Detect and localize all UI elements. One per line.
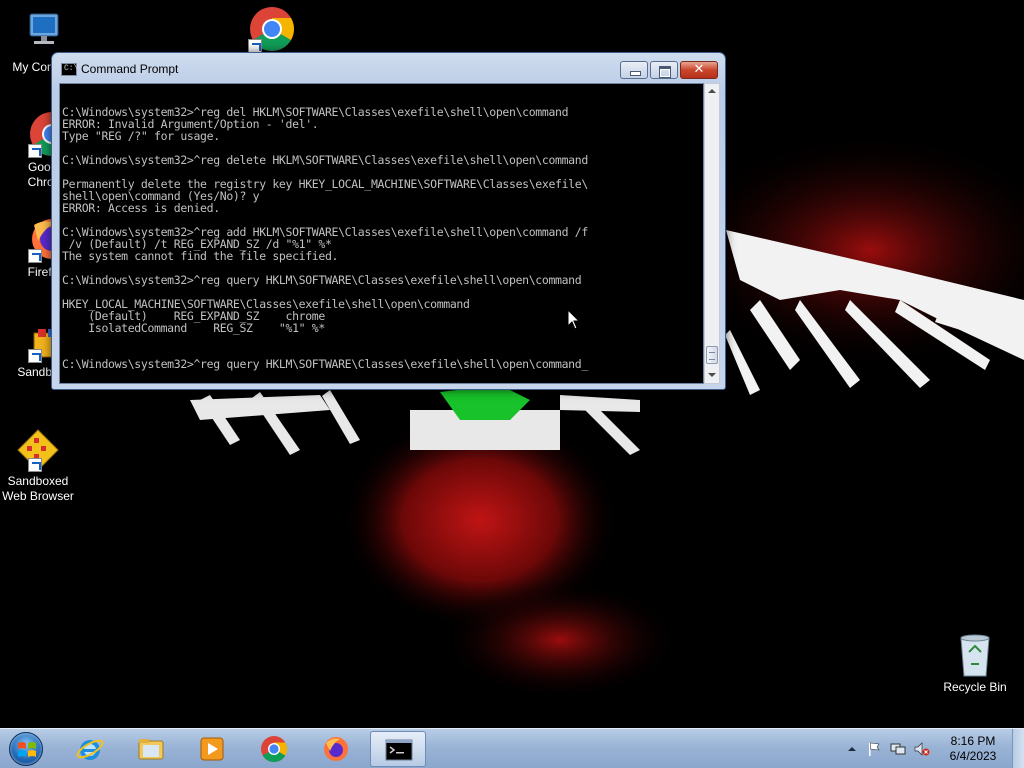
- shortcut-arrow-icon: [28, 249, 42, 263]
- mouse-cursor-icon: [568, 310, 580, 330]
- vertical-scrollbar[interactable]: [704, 83, 720, 384]
- taskbar-chrome[interactable]: [246, 731, 302, 767]
- window-title: Command Prompt: [81, 62, 179, 76]
- windows-start-icon: [9, 732, 43, 766]
- command-prompt-window[interactable]: C:\ Command Prompt ✕ C:\Windows\system32…: [51, 52, 726, 390]
- network-icon[interactable]: [890, 741, 906, 757]
- clock-date: 6/4/2023: [949, 749, 997, 763]
- chrome-icon: [261, 736, 288, 763]
- desktop-icon-recycle-bin[interactable]: Recycle Bin: [937, 630, 1013, 695]
- internet-explorer-icon: [76, 739, 104, 760]
- shortcut-arrow-icon: [248, 39, 262, 53]
- cmd-icon: C:\: [61, 63, 78, 76]
- minimize-button[interactable]: [620, 61, 648, 79]
- chrome-icon: [248, 5, 296, 53]
- console-line: C:\Windows\system32>^reg delete HKLM\SOF…: [62, 153, 588, 167]
- shortcut-arrow-icon: [28, 458, 42, 472]
- console-line: C:\Windows\system32>^reg query HKLM\SOFT…: [62, 273, 582, 287]
- clock-time: 8:16 PM: [950, 734, 996, 748]
- taskbar-file-explorer[interactable]: [123, 731, 179, 767]
- computer-icon: [14, 10, 62, 58]
- start-button[interactable]: [5, 730, 49, 768]
- desktop-icon-sandboxed-web-browser[interactable]: Sandboxed Web Browser: [0, 428, 76, 504]
- taskbar-internet-explorer[interactable]: [62, 731, 118, 767]
- console-output[interactable]: C:\Windows\system32>^reg del HKLM\SOFTWA…: [59, 83, 704, 384]
- file-explorer-icon: [138, 739, 164, 760]
- desktop-icon-label: Recycle Bin: [943, 680, 1007, 694]
- desktop-icon-chrome-top[interactable]: [234, 5, 310, 55]
- console-line: The system cannot find the file specifie…: [62, 249, 339, 263]
- action-center-flag-icon[interactable]: [866, 741, 882, 757]
- recycle-bin-icon: [951, 630, 999, 678]
- show-desktop-button[interactable]: [1012, 729, 1024, 768]
- window-titlebar[interactable]: C:\ Command Prompt ✕: [52, 53, 725, 83]
- maximize-button[interactable]: [650, 61, 678, 79]
- taskbar: 8:16 PM 6/4/2023: [0, 728, 1024, 768]
- shortcut-arrow-icon: [28, 144, 42, 158]
- sandboxie-icon: [14, 428, 62, 472]
- desktop-icon-label: Sandboxed Web Browser: [2, 474, 74, 503]
- taskbar-media-player[interactable]: [184, 731, 240, 767]
- show-hidden-icons-icon[interactable]: [844, 741, 860, 757]
- close-button[interactable]: ✕: [680, 61, 718, 79]
- console-line: C:\Windows\system32>^reg query HKLM\SOFT…: [62, 357, 588, 371]
- console-line: ERROR: Access is denied.: [62, 201, 220, 215]
- shortcut-arrow-icon: [28, 349, 42, 363]
- console-line: Type "REG /?" for usage.: [62, 129, 220, 143]
- scrollbar-thumb[interactable]: [706, 346, 718, 364]
- taskbar-clock[interactable]: 8:16 PM 6/4/2023: [938, 734, 1008, 764]
- cmd-icon: [385, 739, 413, 761]
- volume-muted-icon[interactable]: [914, 741, 930, 757]
- scroll-up-button[interactable]: [705, 84, 719, 100]
- scroll-down-button[interactable]: [705, 367, 719, 383]
- taskbar-firefox[interactable]: [308, 731, 364, 767]
- firefox-icon: [324, 737, 348, 761]
- console-line: IsolatedCommand REG_SZ "%1" %*: [62, 321, 325, 335]
- taskbar-command-prompt[interactable]: [370, 731, 426, 767]
- media-player-icon: [200, 737, 224, 761]
- close-icon: ✕: [693, 62, 705, 77]
